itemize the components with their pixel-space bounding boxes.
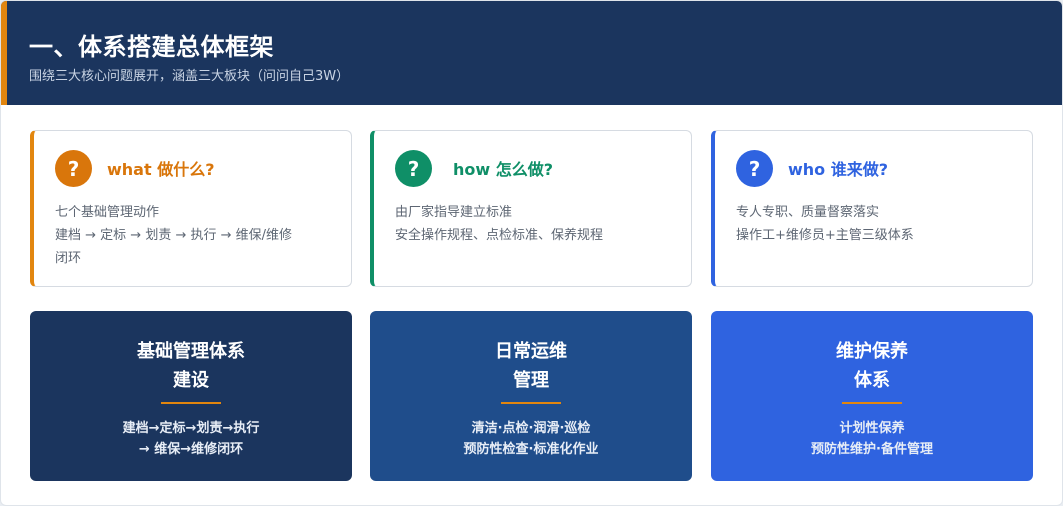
- block-title-line: 维护保养: [836, 341, 908, 362]
- block-desc-line: 建档→定标→划责→执行: [122, 421, 260, 436]
- block-desc-line: 计划性保养: [839, 421, 905, 436]
- block-title-line: 管理: [513, 370, 549, 391]
- card-line: 专人专职、质量督察落实: [736, 205, 880, 220]
- block-title-line: 体系: [854, 370, 890, 391]
- block-title-line: 日常运维: [495, 341, 567, 362]
- card-line: 安全操作规程、点检标准、保养规程: [395, 228, 604, 243]
- block-maintenance: 维护保养 体系 计划性保养 预防性维护·备件管理: [711, 311, 1033, 481]
- divider: [842, 402, 902, 404]
- block-desc-line: → 维保→维修闭环: [138, 442, 244, 457]
- divider: [501, 402, 561, 404]
- card-how: ? how 怎么做? 由厂家指导建立标准 安全操作规程、点检标准、保养规程: [370, 130, 692, 287]
- slide: 一、体系搭建总体框架 围绕三大核心问题展开，涵盖三大板块（问问自己3W） ? w…: [0, 0, 1063, 506]
- card-what: ? what 做什么? 七个基础管理动作 建档 → 定标 → 划责 → 执行 →…: [30, 130, 352, 287]
- question-icon: ?: [395, 150, 432, 187]
- block-title-line: 建设: [173, 370, 209, 391]
- block-title-line: 基础管理体系: [137, 341, 245, 362]
- question-icon: ?: [55, 150, 92, 187]
- block-desc-line: 清洁·点检·润滑·巡检: [471, 421, 591, 436]
- page-title: 一、体系搭建总体框架: [29, 33, 274, 61]
- card-line: 闭环: [55, 251, 82, 266]
- question-icon: ?: [736, 150, 773, 187]
- block-daily-ops: 日常运维 管理 清洁·点检·润滑·巡检 预防性检查·标准化作业: [370, 311, 692, 481]
- card-line: 建档 → 定标 → 划责 → 执行 → 维保/维修: [55, 228, 293, 243]
- block-foundation: 基础管理体系 建设 建档→定标→划责→执行 → 维保→维修闭环: [30, 311, 352, 481]
- divider: [161, 402, 221, 404]
- page-subtitle: 围绕三大核心问题展开，涵盖三大板块（问问自己3W）: [29, 69, 350, 84]
- block-desc-line: 预防性检查·标准化作业: [463, 442, 599, 457]
- card-who: ? who 谁来做? 专人专职、质量督察落实 操作工+维修员+主管三级体系: [711, 130, 1033, 287]
- card-title: how 怎么做?: [453, 160, 554, 179]
- card-title: who 谁来做?: [788, 160, 889, 179]
- card-line: 七个基础管理动作: [55, 205, 160, 220]
- block-desc-line: 预防性维护·备件管理: [811, 442, 933, 457]
- header-banner: 一、体系搭建总体框架 围绕三大核心问题展开，涵盖三大板块（问问自己3W）: [1, 1, 1062, 105]
- card-line: 操作工+维修员+主管三级体系: [736, 228, 914, 243]
- card-line: 由厂家指导建立标准: [395, 205, 513, 220]
- card-title: what 做什么?: [107, 160, 215, 179]
